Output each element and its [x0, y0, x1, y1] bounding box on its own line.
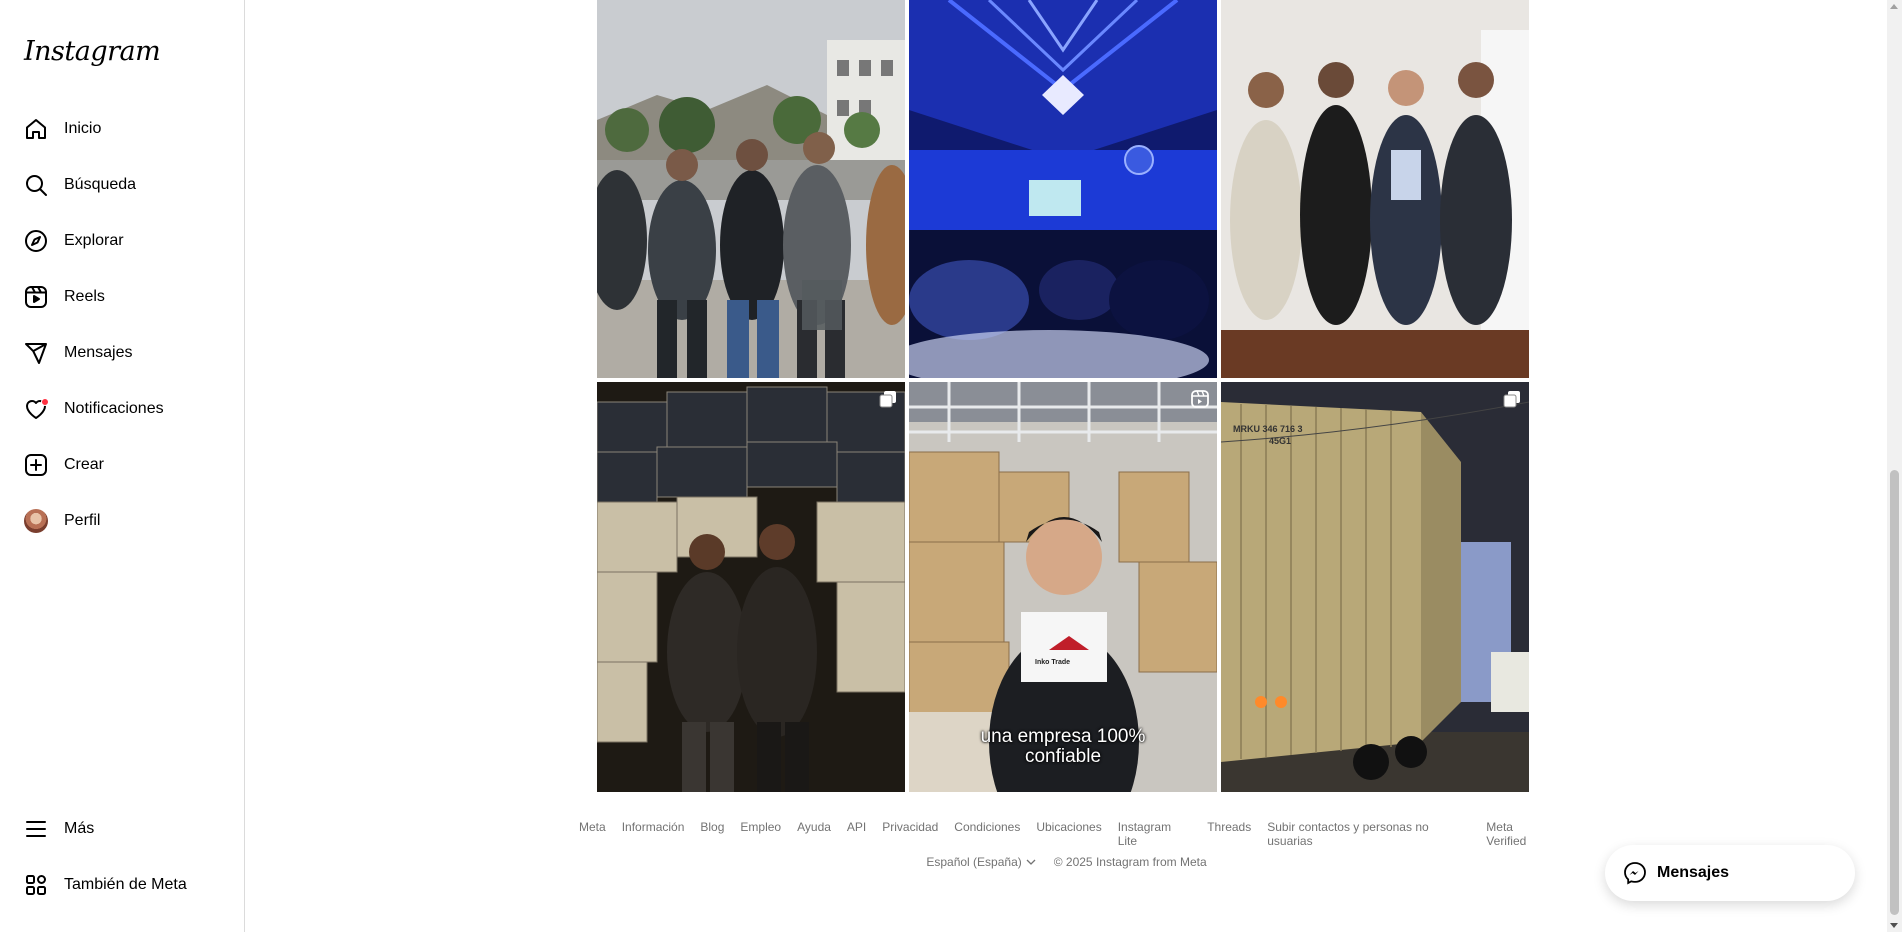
footer-link-threads[interactable]: Threads [1207, 820, 1251, 848]
scroll-down-arrow[interactable] [1890, 923, 1898, 928]
footer-bottom: Español (España) © 2025 Instagram from M… [579, 855, 1554, 869]
post-tile[interactable]: MRKU 346 716 3 45G1 [1221, 382, 1529, 792]
language-select[interactable]: Español (España) [926, 855, 1036, 869]
sidebar-item-label: Explorar [64, 232, 124, 249]
footer-link-ubicaciones[interactable]: Ubicaciones [1036, 820, 1101, 848]
sidebar-item-label: Mensajes [64, 344, 133, 361]
search-icon [24, 173, 48, 197]
post-tile[interactable] [1221, 0, 1529, 378]
sidebar-item-mas[interactable]: Más [12, 805, 232, 853]
reel-caption-line2: confiable [1024, 746, 1102, 767]
reels-icon [24, 285, 48, 309]
chevron-down-icon [1026, 859, 1036, 865]
sidebar-item-busqueda[interactable]: Búsqueda [12, 161, 232, 209]
footer-link-api[interactable]: API [847, 820, 866, 848]
footer-link-ayuda[interactable]: Ayuda [797, 820, 831, 848]
grid-apps-icon [24, 873, 48, 897]
sidebar-item-explorar[interactable]: Explorar [12, 217, 232, 265]
post-photo-container-truck [1221, 382, 1529, 792]
instagram-logo[interactable]: Instagram [24, 36, 161, 67]
sidebar-item-label: Crear [64, 456, 105, 473]
sidebar-item-label: Más [64, 820, 95, 837]
sidebar-item-label: Reels [64, 288, 105, 305]
home-icon [24, 117, 48, 141]
sidebar-item-label: Notificaciones [64, 400, 164, 417]
post-tile[interactable] [909, 0, 1217, 378]
sidebar-item-perfil[interactable]: Perfil [12, 497, 232, 545]
footer-link-privacidad[interactable]: Privacidad [882, 820, 938, 848]
sidebar-item-reels[interactable]: Reels [12, 273, 232, 321]
post-tile[interactable] [597, 382, 905, 792]
footer-link-blog[interactable]: Blog [700, 820, 724, 848]
scroll-up-arrow[interactable] [1890, 4, 1898, 9]
footer-link-meta-verified[interactable]: Meta Verified [1486, 820, 1554, 848]
container-code: MRKU 346 716 3 [1233, 424, 1303, 434]
page-scrollbar[interactable] [1887, 0, 1902, 932]
carousel-icon [879, 391, 896, 408]
footer-link-informacion[interactable]: Información [622, 820, 685, 848]
copyright: © 2025 Instagram from Meta [1053, 855, 1207, 869]
heart-icon [24, 397, 49, 421]
messages-pill-button[interactable]: Mensajes [1605, 845, 1855, 901]
notification-dot [41, 398, 49, 406]
sidebar-item-mensajes[interactable]: Mensajes [12, 329, 232, 377]
post-photo-event-hall [909, 0, 1217, 378]
sidebar: Instagram Inicio Búsqueda Explorar Reels… [0, 0, 245, 932]
post-photo-group-outdoor [597, 0, 905, 378]
sidebar-item-label: También de Meta [64, 876, 187, 893]
sidebar-item-crear[interactable]: Crear [12, 441, 232, 489]
footer-link-condiciones[interactable]: Condiciones [954, 820, 1020, 848]
sidebar-item-tambien-de-meta[interactable]: También de Meta [12, 861, 232, 909]
scrollbar-thumb[interactable] [1890, 470, 1899, 915]
footer-links: Meta Información Blog Empleo Ayuda API P… [579, 820, 1554, 848]
paper-plane-icon [24, 341, 48, 365]
compass-icon [24, 229, 48, 253]
footer-link-meta[interactable]: Meta [579, 820, 606, 848]
sidebar-item-label: Perfil [64, 512, 101, 529]
menu-icon [24, 817, 48, 841]
sign-text: Inko Trade [1035, 659, 1071, 666]
carousel-icon [1503, 391, 1520, 408]
footer-link-empleo[interactable]: Empleo [740, 820, 781, 848]
reel-icon [1191, 390, 1209, 408]
sidebar-item-label: Búsqueda [64, 176, 137, 193]
post-photo-warehouse-night [597, 382, 905, 792]
plus-square-icon [24, 453, 48, 477]
footer-link-subir-contactos[interactable]: Subir contactos y personas no usuarias [1267, 820, 1470, 848]
sidebar-item-notificaciones[interactable]: Notificaciones [12, 385, 232, 433]
post-photo-four-men [1221, 0, 1529, 378]
messages-pill-label: Mensajes [1657, 864, 1730, 881]
container-type: 45G1 [1269, 436, 1292, 446]
language-label: Español (España) [926, 855, 1022, 869]
sidebar-item-inicio[interactable]: Inicio [12, 105, 232, 153]
avatar [24, 509, 48, 533]
messenger-icon [1624, 862, 1646, 885]
post-tile[interactable] [597, 0, 905, 378]
post-tile[interactable]: Inko Trade una empresa 100% confiable [909, 382, 1217, 792]
reel-caption-line1: una empresa 100% [980, 726, 1146, 747]
sidebar-item-label: Inicio [64, 120, 102, 137]
footer-link-instagram-lite[interactable]: Instagram Lite [1118, 820, 1191, 848]
